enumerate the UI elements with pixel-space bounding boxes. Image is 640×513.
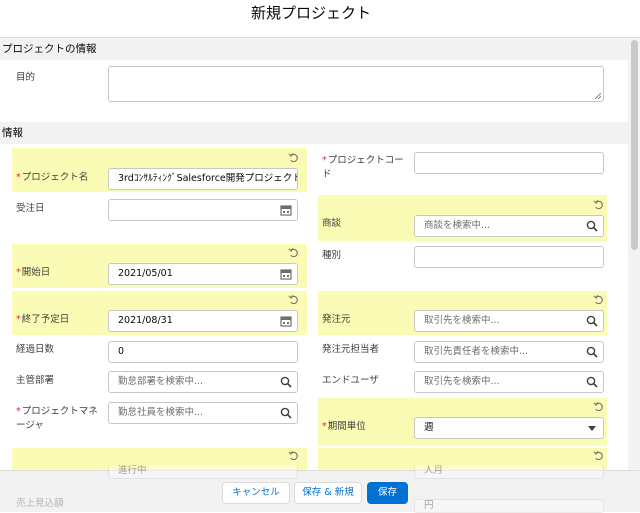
opportunity-label: 商談 (322, 218, 342, 229)
undo-icon[interactable] (593, 450, 604, 461)
project-manager-lookup[interactable]: 勤怠社員を検索中... (108, 402, 298, 424)
search-icon[interactable] (586, 376, 598, 388)
undo-icon[interactable] (288, 450, 299, 461)
required-marker: * (16, 267, 21, 278)
project-name-input[interactable]: 3rdｺﾝｻﾙﾃｨﾝｸﾞSalesforce開発プロジェクト (108, 168, 298, 190)
undo-icon[interactable] (288, 247, 299, 258)
currency-select: 円 (414, 499, 604, 513)
calendar-icon[interactable] (280, 315, 292, 327)
department-label: 主管部署 (16, 375, 55, 386)
orderer-contact-lookup[interactable]: 取引先責任者を検索中... (414, 341, 604, 363)
undo-icon[interactable] (593, 294, 604, 305)
save-button[interactable]: 保存 (367, 482, 408, 504)
end-user-lookup[interactable]: 取引先を検索中... (414, 371, 604, 393)
calendar-icon[interactable] (280, 268, 292, 280)
search-icon[interactable] (586, 315, 598, 327)
undo-icon[interactable] (288, 152, 299, 163)
required-marker: * (322, 155, 327, 166)
search-icon[interactable] (280, 376, 292, 388)
resize-grip-icon[interactable] (595, 93, 601, 99)
period-unit-select[interactable]: 週 (414, 417, 604, 439)
start-date-label: *開始日 (16, 267, 51, 278)
start-date-input[interactable]: 2021/05/01 (108, 263, 298, 285)
opportunity-lookup[interactable]: 商談を検索中... (414, 215, 604, 237)
modal-body: プロジェクトの情報 目的 情報 *プロジェクト名 3rdｺﾝｻﾙﾃｨﾝｸﾞSal… (0, 38, 628, 470)
section-header-project-info[interactable]: プロジェクトの情報 (0, 38, 628, 60)
work-unit-select: 人月 (414, 465, 604, 479)
end-user-label: エンドユーザ (322, 375, 379, 386)
scrollbar-thumb[interactable] (631, 40, 638, 250)
undo-icon[interactable] (288, 294, 299, 305)
required-marker: * (322, 421, 327, 432)
project-manager-label: *プロジェクトマネージャ (16, 406, 98, 431)
elapsed-days-input[interactable]: 0 (108, 341, 298, 363)
type-label: 種別 (322, 250, 342, 261)
elapsed-days-label: 経過日数 (16, 344, 55, 355)
end-date-input[interactable]: 2021/08/31 (108, 310, 298, 332)
section-header-info[interactable]: 情報 (0, 122, 628, 144)
purpose-textarea[interactable] (108, 66, 604, 102)
calendar-icon[interactable] (280, 204, 292, 216)
modal-title: 新規プロジェクト (250, 4, 371, 22)
partial-label: 売上見込額 (16, 498, 64, 509)
cancel-button[interactable]: キャンセル (222, 482, 290, 504)
required-marker: * (16, 172, 21, 183)
department-lookup[interactable]: 勤怠部署を検索中... (108, 371, 298, 393)
search-icon[interactable] (586, 346, 598, 358)
project-code-input[interactable] (414, 152, 604, 174)
end-date-label: *終了予定日 (16, 314, 70, 325)
save-and-new-button[interactable]: 保存 & 新規 (294, 482, 362, 504)
order-date-input[interactable] (108, 199, 298, 221)
project-name-label: *プロジェクト名 (16, 172, 89, 183)
search-icon[interactable] (586, 220, 598, 232)
chevron-down-icon[interactable] (586, 422, 598, 434)
order-date-label: 受注日 (16, 203, 45, 214)
undo-icon[interactable] (593, 199, 604, 210)
project-code-label: *プロジェクトコード (322, 155, 404, 180)
required-marker: * (16, 406, 21, 417)
required-marker: * (16, 314, 21, 325)
status-select: 進行中 (108, 465, 298, 479)
period-unit-label: *期間単位 (322, 421, 366, 432)
undo-icon[interactable] (593, 401, 604, 412)
orderer-label: 発注元 (322, 314, 351, 325)
modal-header: 新規プロジェクト (0, 0, 640, 38)
search-icon[interactable] (280, 407, 292, 419)
purpose-label: 目的 (16, 72, 36, 83)
type-input[interactable] (414, 246, 604, 268)
orderer-lookup[interactable]: 取引先を検索中... (414, 310, 604, 332)
orderer-contact-label: 発注元担当者 (322, 344, 380, 355)
